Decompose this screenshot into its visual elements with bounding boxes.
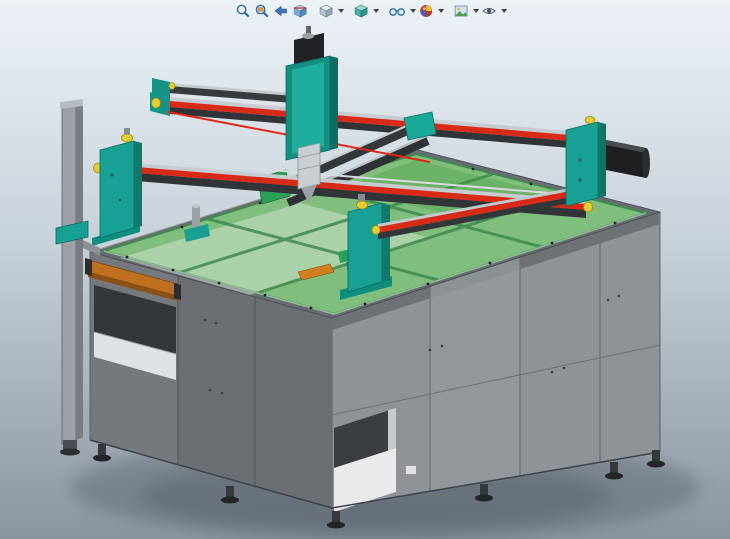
hide-show-items-button[interactable] <box>387 2 407 20</box>
section-view-button[interactable] <box>291 2 309 20</box>
display-style-dropdown-arrow[interactable] <box>373 9 379 13</box>
zoom-to-fit-button[interactable] <box>234 2 252 20</box>
previous-view-button[interactable] <box>272 2 290 20</box>
heads-up-view-toolbar <box>230 1 511 21</box>
magnifier-area-icon <box>254 3 270 19</box>
z-carriage-plate <box>292 62 324 154</box>
machine-model <box>0 0 730 539</box>
view-settings-dropdown-arrow[interactable] <box>501 9 507 13</box>
cut-cube-icon <box>292 3 308 19</box>
label-sticker <box>406 466 416 474</box>
yellow-cap <box>152 98 161 108</box>
shaded-cube-icon <box>353 3 369 19</box>
apply-scene-button[interactable] <box>452 2 470 20</box>
eyeglasses-icon <box>388 3 406 19</box>
view-orientation-button[interactable] <box>317 2 335 20</box>
yellow-cap <box>122 134 133 142</box>
edit-appearance-dropdown-arrow[interactable] <box>438 9 444 13</box>
color-ball-icon <box>418 3 434 19</box>
bridge-rear-beam <box>152 78 300 100</box>
magnifier-icon <box>235 3 251 19</box>
right-gantry-tower <box>566 117 650 207</box>
scene-picture-icon <box>453 3 469 19</box>
view-cube-icon <box>318 3 334 19</box>
hide-show-items-dropdown-arrow[interactable] <box>410 9 416 13</box>
edit-appearance-button[interactable] <box>417 2 435 20</box>
view-orientation-dropdown-arrow[interactable] <box>338 9 344 13</box>
foot <box>93 444 111 462</box>
back-arrow-icon <box>273 3 289 19</box>
graphics-area[interactable] <box>0 0 730 539</box>
eye-icon <box>481 3 497 19</box>
display-style-button[interactable] <box>352 2 370 20</box>
left-gantry-tower <box>92 128 142 246</box>
zoom-to-area-button[interactable] <box>253 2 271 20</box>
apply-scene-dropdown-arrow[interactable] <box>473 9 479 13</box>
cabinet-right-panel <box>430 257 520 491</box>
view-settings-button[interactable] <box>480 2 498 20</box>
